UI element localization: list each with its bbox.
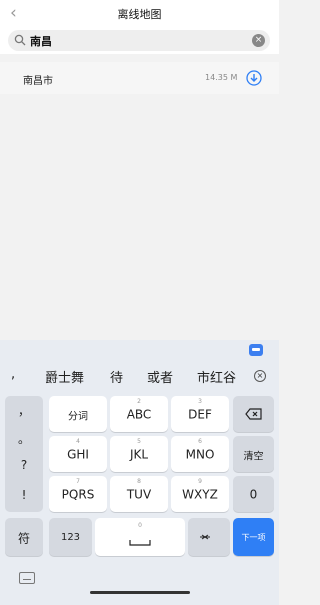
candidate-word[interactable]: ,: [11, 367, 15, 382]
voice-key[interactable]: [188, 518, 230, 556]
next-field-button[interactable]: 下一项: [233, 518, 274, 556]
candidate-word[interactable]: 待: [110, 367, 123, 386]
search-input[interactable]: 南昌: [30, 33, 52, 49]
candidate-word[interactable]: 爵士舞: [45, 367, 84, 386]
nav-bar: ‹ 离线地图: [0, 0, 279, 28]
candidate-word[interactable]: 市红谷: [197, 367, 236, 386]
punct-key[interactable]: ?: [5, 458, 43, 472]
city-name: 南昌市: [23, 76, 53, 87]
punct-key[interactable]: ，: [5, 402, 43, 419]
candidate-word[interactable]: 或者: [147, 367, 173, 386]
key-def[interactable]: 3 DEF: [171, 396, 229, 432]
voice-icon: [200, 534, 210, 540]
punctuation-column[interactable]: ， 。 ? !: [5, 396, 43, 512]
clear-key[interactable]: 清空: [233, 436, 274, 472]
key-wxyz[interactable]: 9 WXYZ: [171, 476, 229, 512]
symbol-key[interactable]: 符: [5, 518, 43, 556]
keyboard-logo-icon[interactable]: [249, 344, 263, 356]
keyboard: , 爵士舞 待 或者 市红谷 × ， 。 ? ! 分词 2 ABC 3 DEF: [0, 340, 279, 605]
list-item[interactable]: 南昌市 14.35 M: [0, 62, 279, 94]
backspace-icon: [245, 408, 262, 420]
key-pqrs[interactable]: 7 PQRS: [49, 476, 107, 512]
zero-key[interactable]: 0: [233, 476, 274, 512]
search-bar: 南昌 ×: [0, 28, 279, 54]
space-icon: [129, 540, 151, 546]
close-candidates-icon[interactable]: ×: [254, 370, 266, 382]
space-key[interactable]: 0: [95, 518, 185, 556]
key-mno[interactable]: 6 MNO: [171, 436, 229, 472]
download-icon[interactable]: [246, 70, 262, 86]
key-ghi[interactable]: 4 GHI: [49, 436, 107, 472]
home-indicator: [90, 591, 190, 594]
backspace-key[interactable]: [233, 396, 274, 432]
key-tuv[interactable]: 8 TUV: [110, 476, 168, 512]
key-jkl[interactable]: 5 JKL: [110, 436, 168, 472]
search-icon: [14, 34, 26, 46]
offline-map-screen: ‹ 离线地图 南昌 × 南昌市 14.35 M , 爵士舞 待 或者 市红谷 ×: [0, 0, 279, 605]
search-field[interactable]: 南昌 ×: [8, 30, 270, 51]
clear-icon[interactable]: ×: [252, 34, 265, 47]
number-mode-key[interactable]: 123: [49, 518, 92, 556]
key-abc[interactable]: 2 ABC: [110, 396, 168, 432]
punct-key[interactable]: !: [5, 488, 43, 502]
page-title: 离线地图: [117, 8, 162, 21]
punct-key[interactable]: 。: [5, 430, 43, 447]
map-size: 14.35 M: [205, 73, 238, 82]
fenci-key[interactable]: 分词: [49, 396, 107, 432]
keyboard-toggle-icon[interactable]: [19, 572, 35, 584]
